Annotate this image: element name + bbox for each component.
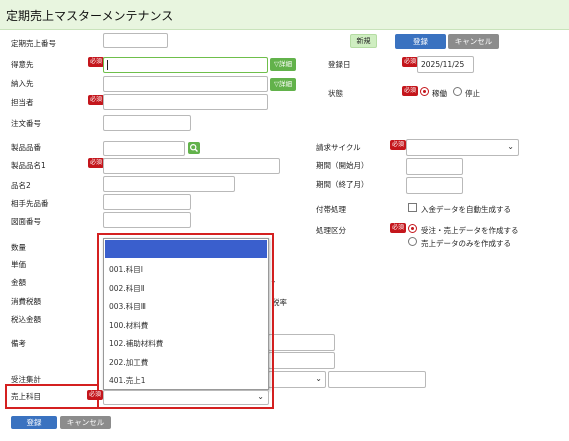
required-badge: 必須 (390, 223, 407, 233)
shori-kubun-label: 処理区分 (316, 226, 346, 235)
dropdown-option[interactable]: 401.売上1 (109, 375, 145, 386)
teiki-no-label: 定期売上番号 (11, 39, 56, 48)
footer-cancel-button[interactable]: キャンセル (60, 416, 111, 429)
hinmei2-label: 品名2 (11, 181, 31, 190)
suryo-label: 数量 (11, 243, 26, 252)
tantosha-label: 担当者 (11, 98, 34, 107)
seihin-hinban-label: 製品品番 (11, 143, 41, 152)
tantosha-input[interactable] (103, 94, 268, 110)
seikyu-cycle-label: 請求サイクル (316, 143, 361, 152)
text-cursor (107, 60, 108, 70)
nonyusaki-input[interactable] (103, 76, 268, 92)
auto-nyukin-checkbox[interactable] (408, 203, 417, 212)
dropdown-option-empty[interactable] (105, 240, 267, 258)
tokuisaki-detail-button[interactable]: ▽詳細 (270, 58, 296, 71)
hinmei2-input[interactable] (103, 176, 235, 192)
required-badge: 必須 (402, 86, 419, 96)
uriage-kamoku-dropdown-list: 001.科目Ⅰ 002.科目Ⅱ 003.科目Ⅲ 100.材料費 102.補助材料… (103, 238, 269, 390)
page-title: 定期売上マスターメンテナンス (6, 9, 174, 23)
toroku-bi-label: 登録日 (328, 60, 351, 69)
kikan-start-input[interactable] (406, 158, 463, 175)
biko-input-1[interactable] (268, 334, 335, 351)
dropdown-option[interactable]: 001.科目Ⅰ (109, 264, 143, 275)
required-badge: 必須 (88, 158, 105, 168)
juchu-shukei-select[interactable]: ⌄ (268, 371, 326, 388)
kikan-end-input[interactable] (406, 177, 463, 194)
required-badge: 必須 (88, 95, 105, 105)
uriage-kamoku-label: 売上科目 (11, 392, 41, 401)
zumen-no-label: 図面番号 (11, 217, 41, 226)
chevron-down-icon: ⌄ (507, 142, 514, 151)
register-button[interactable]: 登録 (395, 34, 446, 49)
required-badge: 必須 (390, 140, 407, 150)
zeikomi-label: 税込金額 (11, 315, 41, 324)
toroku-bi-input[interactable]: 2025/11/25 (417, 56, 474, 73)
auto-nyukin-label: 入金データを自動生成する (421, 205, 511, 214)
chevron-down-icon: ⌄ (315, 374, 322, 383)
cancel-button[interactable]: キャンセル (448, 34, 499, 49)
seikyu-cycle-select[interactable]: ⌄ (406, 139, 519, 156)
chevron-down-icon: ⌄ (257, 392, 264, 401)
dropdown-option[interactable]: 002.科目Ⅱ (109, 283, 144, 294)
tokuisaki-input[interactable] (103, 57, 268, 73)
shori-opt1-radio[interactable] (408, 224, 417, 233)
chumon-no-label: 注文番号 (11, 119, 41, 128)
search-button[interactable] (188, 142, 200, 154)
kikan-end-label: 期間（終了月） (316, 180, 369, 189)
dropdown-option[interactable]: 100.材料費 (109, 320, 148, 331)
shori-opt2-label: 売上データのみを作成する (421, 239, 511, 248)
kikan-start-label: 期間（開始月） (316, 161, 369, 170)
shori-opt2-radio[interactable] (408, 237, 417, 246)
aite-hinban-label: 相手先品番 (11, 199, 49, 208)
biko-input-2[interactable] (268, 352, 335, 369)
new-button[interactable]: 新規 (350, 34, 377, 48)
kingaku-label: 金額 (11, 278, 26, 287)
shohizei-label: 消費税額 (11, 297, 41, 306)
zeiritsu-label-partial: 税率 (272, 298, 287, 307)
aite-hinban-input[interactable] (103, 194, 191, 210)
seihin-hinban-input[interactable] (103, 141, 185, 156)
nonyusaki-label: 納入先 (11, 79, 34, 88)
dropdown-option[interactable]: 003.科目Ⅲ (109, 301, 146, 312)
tanka-label: 単価 (11, 260, 26, 269)
status-label: 状態 (328, 89, 343, 98)
nonyusaki-detail-button[interactable]: ▽詳細 (270, 78, 296, 91)
required-badge: 必須 (402, 57, 419, 67)
status-stop-label: 停止 (465, 89, 480, 98)
search-icon (189, 143, 198, 152)
juchu-shukei-input[interactable] (328, 371, 426, 388)
footer-register-button[interactable]: 登録 (11, 416, 57, 429)
tokuisaki-label: 得意先 (11, 60, 34, 69)
teiki-no-input[interactable] (103, 33, 168, 48)
uriage-kamoku-select[interactable]: ⌄ (103, 390, 269, 405)
chumon-no-input[interactable] (103, 115, 191, 131)
fuzui-label: 付帯処理 (316, 205, 346, 214)
seihin-name1-label: 製品品名1 (11, 161, 46, 170)
status-active-radio[interactable] (420, 87, 429, 96)
required-badge: 必須 (88, 57, 105, 67)
biko-label: 備考 (11, 339, 26, 348)
required-badge: 必須 (87, 390, 104, 400)
dropdown-option[interactable]: 202.加工費 (109, 357, 148, 368)
dropdown-option[interactable]: 102.補助材料費 (109, 338, 163, 349)
seihin-name1-input[interactable] (103, 158, 280, 174)
status-active-label: 稼働 (432, 89, 447, 98)
shori-opt1-label: 受注・売上データを作成する (421, 226, 519, 235)
status-stop-radio[interactable] (453, 87, 462, 96)
zumen-no-input[interactable] (103, 212, 191, 228)
